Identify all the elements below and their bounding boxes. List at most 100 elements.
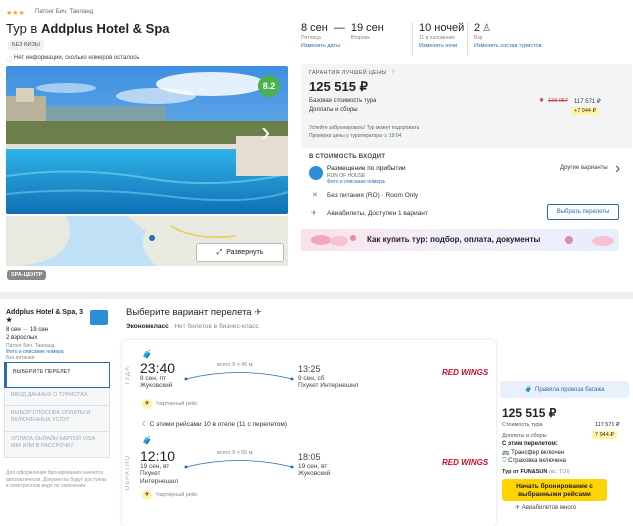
rating-badge: 8.2 bbox=[258, 75, 280, 97]
chevron-right-icon[interactable]: › bbox=[615, 160, 620, 178]
sidebar-footnote: Для оформления бронирования начнется авт… bbox=[6, 470, 107, 489]
included-heading: В СТОИМОСТЬ ВХОДИТ bbox=[309, 154, 386, 160]
booking-steps: ВЫБЕРИТЕ ПЕРЕЛЕТ ВВОД ДАННЫХ О ТУРИСТАХ … bbox=[4, 362, 110, 458]
date-dash: — bbox=[333, 22, 345, 34]
banner-decor-right-icon bbox=[563, 234, 615, 247]
airline-logo-ret: RED WINGS bbox=[442, 458, 489, 467]
tickets-many-note: ✈ Авиабилетов много bbox=[515, 504, 576, 511]
back-label: ОБРАТНО bbox=[125, 455, 131, 491]
sidebar-adults: 2 взрослых bbox=[6, 335, 38, 341]
transfer-icon: 🚌 bbox=[502, 450, 512, 456]
hotel-thumb-icon bbox=[309, 166, 323, 180]
sidebar-meal: Без питания bbox=[6, 355, 35, 361]
rooms-note: Нет информации, сколько номеров осталось bbox=[14, 55, 140, 61]
plane-icon: ✈ bbox=[254, 307, 262, 317]
sidebar-hotel-thumb bbox=[90, 310, 108, 325]
transfer-included: 🚌 Трансфер включен bbox=[502, 449, 564, 456]
night-icon: ☾ bbox=[142, 421, 150, 428]
divider bbox=[467, 22, 468, 56]
stay-label: Размещение по прибытии bbox=[327, 165, 406, 172]
ret-arr-airport: Жуковский bbox=[298, 470, 331, 477]
info-icon: ⓘ bbox=[7, 58, 14, 64]
nights-sub: 11 в паломнике bbox=[419, 35, 455, 41]
day-to: Вторник bbox=[350, 35, 370, 41]
change-tourists-link[interactable]: Изменить состав туристов bbox=[474, 43, 542, 49]
banner-decor-icon bbox=[309, 232, 359, 248]
out-arr-airport: Пхукет Интернешнл bbox=[298, 382, 359, 389]
hotel-photo[interactable] bbox=[6, 66, 288, 214]
expand-label: Развернуть bbox=[226, 249, 264, 256]
charter-icon: ✈ bbox=[142, 399, 152, 409]
divider bbox=[412, 22, 413, 56]
choose-flights-button[interactable]: Выбрать перелеты bbox=[547, 204, 619, 220]
trip-nights[interactable]: 10 ночей 11 в паломнике Изменить ночи bbox=[419, 22, 464, 49]
page-title: Тур в Addplus Hotel & Spa bbox=[6, 21, 170, 36]
adults-sub: Взр bbox=[474, 35, 483, 41]
price-note-1: Успейте забронировать! Тур может подорож… bbox=[309, 125, 420, 131]
ret-dep-airport: Пхукет Интернешнл bbox=[140, 470, 179, 485]
help-icon[interactable]: ? bbox=[391, 70, 394, 76]
booking-panel: 🧳 Правила провоза багажа 125 515 ₽ Стоим… bbox=[498, 378, 631, 526]
insurance-label: Страховка включена bbox=[508, 458, 567, 464]
fees-label: Доплаты и сборы bbox=[502, 433, 547, 439]
trip-tourists[interactable]: 2 ♙ Взр Изменить состав туристов bbox=[474, 22, 542, 49]
expand-icon: ⤢ bbox=[216, 248, 223, 256]
expand-button[interactable]: ⤢ Развернуть bbox=[196, 243, 284, 262]
room-photo-link[interactable]: Фото и описание номера bbox=[327, 179, 385, 185]
meal-label: Без питания (RO) · Room Only bbox=[327, 192, 419, 199]
charter-icon: ✈ bbox=[142, 490, 152, 500]
trip-dates[interactable]: 8 сен — 19 сен Пятница Вторник Изменить … bbox=[301, 22, 384, 49]
insurance-included: ⛉ Страховка включена bbox=[502, 458, 566, 465]
step-tourist-data[interactable]: ВВОД ДАННЫХ О ТУРИСТАХ bbox=[4, 388, 110, 406]
start-booking-button[interactable]: Начать бронирование с выбранными рейсами bbox=[502, 479, 607, 501]
main-price: 125 515 ₽ bbox=[309, 79, 368, 94]
day-from: Пятница bbox=[301, 35, 321, 41]
baggage-icon: 🧳 bbox=[142, 436, 152, 445]
title-hotel-name: Addplus Hotel & Spa bbox=[40, 21, 170, 36]
date-to: 19 сен bbox=[350, 22, 384, 34]
extra-fee-badge: +7 944 ₽ bbox=[571, 107, 600, 115]
flight-option-card[interactable]: ТУДА ОБРАТНО 🧳 23:40 8 сен, пт Жуковский… bbox=[122, 340, 496, 526]
ret-dep-time: 12:10 bbox=[140, 448, 176, 464]
guarantee-text: ГАРАНТИЯ ЛУЧШЕЙ ЦЕНЫ bbox=[309, 70, 387, 76]
meal-icon: ✕ bbox=[312, 192, 318, 199]
plane-icon: ✈ bbox=[515, 505, 522, 511]
airline-logo-out: RED WINGS bbox=[442, 368, 489, 377]
out-dep-airport: Жуковский bbox=[140, 382, 173, 389]
old-price: 138 057 bbox=[548, 98, 568, 104]
flights-label: Авиабилеты, Доступен 1 вариант bbox=[327, 210, 428, 217]
photo-next-arrow-icon[interactable]: › bbox=[261, 118, 270, 146]
change-nights-link[interactable]: Изменить ночи bbox=[419, 43, 464, 49]
how-to-buy-banner[interactable]: Как купить тур: подбор, оплата, документ… bbox=[301, 229, 619, 251]
other-variants-link[interactable]: Другие варианты bbox=[560, 165, 608, 171]
person-icon: ♙ bbox=[482, 23, 492, 34]
price-note-2-text: Проверка цены у туроператора bbox=[309, 133, 382, 139]
tickets-many-label: Авиабилетов много bbox=[521, 505, 577, 511]
sidebar-hotel-name: Addplus Hotel & Spa, 3 ★ bbox=[6, 309, 84, 325]
booking-sidebar: Addplus Hotel & Spa, 3 ★ 8 сен — 19 сен … bbox=[0, 300, 120, 526]
spa-tag: SPA-ЦЕНТР bbox=[7, 270, 47, 280]
middle-note: ☾ С этими рейсами 10 в отеле (11 с перел… bbox=[142, 420, 287, 428]
date-from: 8 сен bbox=[301, 22, 328, 34]
step-choose-flight[interactable]: ВЫБЕРИТЕ ПЕРЕЛЕТ bbox=[4, 362, 110, 388]
out-route-arc bbox=[184, 372, 294, 381]
hotel-location[interactable]: Патонг Бич, Таиланд bbox=[35, 9, 93, 15]
operator-label: Тур от FUN&SUN (кс. TUI) bbox=[502, 469, 570, 475]
tour-cost-label: Стоимость тура bbox=[502, 422, 543, 428]
change-dates-link[interactable]: Изменить даты bbox=[301, 43, 384, 49]
banner-text: Как купить тур: подбор, оплата, документ… bbox=[367, 235, 541, 244]
ret-charter: Чартерный рейс bbox=[156, 492, 198, 498]
baggage-rules-label: Правила провоза багажа bbox=[535, 386, 605, 393]
class-name: Экономкласс bbox=[126, 323, 169, 330]
sidebar-date-sep: — bbox=[22, 327, 30, 333]
fees-value: 7 944 ₽ bbox=[592, 431, 617, 439]
step-card-payment[interactable]: ОПЛАТА ОНЛАЙН КАРТОЙ VISA · MIR ИЛИ В РА… bbox=[4, 432, 110, 458]
operator-note: (кс. TUI) bbox=[548, 469, 570, 475]
price-note-2: Проверка цены у туроператора ⊙ 19:04 bbox=[309, 133, 401, 139]
operator-name: Тур от FUN&SUN bbox=[502, 469, 548, 475]
transfer-label: Трансфер включен bbox=[511, 450, 565, 456]
baggage-rules-button[interactable]: 🧳 Правила провоза багажа bbox=[500, 381, 629, 398]
flights-heading-text: Выберите вариант перелета bbox=[126, 307, 252, 318]
step-payment-method[interactable]: ВЫБОР СПОСОБА ОПЛАТЫ И ВКЛЮЧЕННЫХ УСЛУГ bbox=[4, 406, 110, 432]
middle-note-text: С этими рейсами 10 в отеле (11 с перелет… bbox=[149, 421, 288, 428]
